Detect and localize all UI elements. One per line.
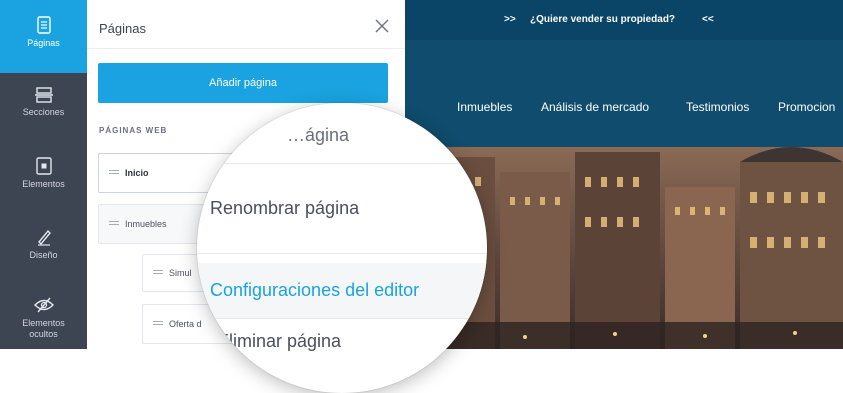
page-label: Simul xyxy=(169,268,192,278)
elements-icon xyxy=(35,157,52,175)
promo-arrows-right: << xyxy=(702,14,714,25)
drag-handle-icon[interactable] xyxy=(109,221,119,228)
menu-divider xyxy=(197,163,487,164)
hidden-eye-icon xyxy=(33,297,54,313)
page-label: Inicio xyxy=(125,168,149,178)
menu-divider xyxy=(197,253,487,254)
promo-arrows-left: >> xyxy=(504,14,516,25)
rail-label-design: Diseño xyxy=(29,250,58,260)
pen-icon xyxy=(37,229,51,246)
drag-handle-icon[interactable] xyxy=(153,321,163,328)
promo-text[interactable]: ¿Quiere vender su propiedad? xyxy=(530,0,675,40)
promo-bar[interactable]: >> ¿Quiere vender su propiedad? << xyxy=(405,0,843,40)
nav-link-testimonios[interactable]: Testimonios xyxy=(686,100,749,114)
rail-label-hidden: Elementos ocultos xyxy=(22,318,65,339)
nav-link-promociones[interactable]: Promocion xyxy=(778,100,835,114)
rail-label-pages: Páginas xyxy=(27,38,60,48)
rail-item-design[interactable]: Diseño xyxy=(0,228,87,261)
page-label: Inmuebles xyxy=(125,219,167,229)
rail-label-sections: Secciones xyxy=(22,107,65,117)
rail-item-sections[interactable]: Secciones xyxy=(0,87,87,118)
menu-item-partial: …ágina xyxy=(287,125,350,145)
sections-icon xyxy=(34,87,53,103)
rail-item-pages[interactable]: Páginas xyxy=(0,0,87,73)
rail-item-elements[interactable]: Elementos xyxy=(0,157,87,190)
panel-divider xyxy=(87,48,405,49)
rail-item-hidden[interactable]: Elementos ocultos xyxy=(0,296,87,340)
nav-link-analisis[interactable]: Análisis de mercado xyxy=(541,100,649,114)
close-icon[interactable] xyxy=(373,17,391,35)
add-page-button[interactable]: Añadir página xyxy=(98,63,388,103)
drag-handle-icon[interactable] xyxy=(109,170,119,177)
drag-handle-icon[interactable] xyxy=(153,270,163,277)
page-icon xyxy=(36,16,51,34)
page-label: Oferta d xyxy=(169,319,202,329)
nav-link-inmuebles[interactable]: Inmuebles xyxy=(457,100,512,114)
menu-item-editor-settings[interactable]: Configuraciones del editor xyxy=(197,263,487,318)
section-label: PÁGINAS WEB xyxy=(99,126,168,135)
menu-divider xyxy=(197,318,487,319)
rail-label-elements: Elementos xyxy=(22,179,65,189)
panel-title: Páginas xyxy=(99,21,146,36)
menu-item-rename-page[interactable]: Renombrar página xyxy=(197,198,487,219)
context-menu-magnifier: …ágina Renombrar página Configuraciones … xyxy=(197,103,487,393)
icon-rail: Páginas Secciones Elementos Diseño Eleme… xyxy=(0,0,87,349)
